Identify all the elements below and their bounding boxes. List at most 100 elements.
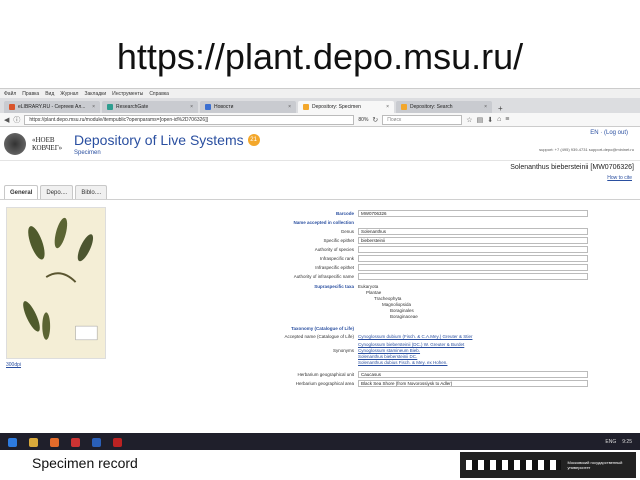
menu-item[interactable]: Вид (45, 91, 54, 97)
tab-favicon-icon (303, 104, 309, 110)
field-label: Infraspecific epithet (315, 265, 354, 270)
taxon-rank: Boraginaceae (390, 314, 418, 319)
scale-ruler (466, 460, 562, 470)
field-value[interactable]: Caucasus (358, 371, 588, 378)
field-label: Herbarium geographical area (295, 381, 354, 386)
field-label: Taxonomy (Catalogue of Life) (291, 326, 354, 331)
tray-lang[interactable]: ENG (605, 439, 616, 445)
field-label: Infraspecific rank (319, 256, 354, 261)
start-icon[interactable] (8, 437, 17, 447)
field-label: Authority of infraspecific name (293, 274, 354, 279)
browser-tabs: eLIBRARY.RU - Сергеев Ал... × ResearchGate… (0, 98, 640, 113)
taxon-rank: Tracheophyta (374, 296, 402, 301)
tab-favicon-icon (9, 104, 15, 110)
tab-favicon-icon (205, 104, 211, 110)
field-label: Name accepted in collection (293, 220, 354, 225)
language-switch[interactable]: EN (590, 130, 598, 136)
close-icon[interactable]: × (288, 104, 291, 110)
specimen-image[interactable] (6, 207, 106, 359)
msu-logo: Московский государственный университет (460, 452, 636, 478)
tabs-divider (0, 199, 640, 200)
new-tab-icon[interactable]: + (494, 104, 507, 113)
msu-text: Московский государственный университет (567, 460, 623, 470)
tray-clock[interactable]: 9:25 (622, 439, 632, 445)
reload-icon[interactable]: ↻ (372, 116, 378, 124)
field-value[interactable] (358, 273, 588, 280)
home-icon[interactable]: ⌂ (497, 116, 501, 124)
browser-tab[interactable]: Depository: Specimen × (298, 101, 394, 113)
accepted-name-link[interactable]: Cynoglossum dubium (Fisch. & C.A.Mey.) G… (358, 334, 472, 339)
field-label: Accepted name (Catalogue of Life) (284, 334, 354, 339)
tab-label: Depository: Specimen (312, 104, 361, 110)
tab-general[interactable]: General (4, 185, 39, 199)
app-icon[interactable] (71, 437, 80, 447)
field-value[interactable]: Black Sea Shore (from Novorossiysk to Ad… (358, 380, 588, 387)
menu-item[interactable]: Закладки (84, 91, 106, 97)
zoom-level[interactable]: 80% (358, 117, 368, 123)
close-icon[interactable]: × (190, 104, 193, 110)
taxon-rank: Plantae (366, 290, 382, 295)
close-icon[interactable]: × (484, 104, 487, 110)
address-input[interactable]: https://plant.depo.msu.ru/module/itempub… (24, 114, 355, 125)
field-value[interactable] (358, 255, 588, 262)
site-subtitle: Specimen (74, 149, 101, 156)
field-label: Genus (340, 229, 354, 234)
tab-label: Depository: Search (410, 104, 453, 110)
menu-item[interactable]: Инструменты (112, 91, 143, 97)
field-value[interactable] (358, 246, 588, 253)
menu-icon[interactable]: ≡ (505, 116, 509, 124)
synonym-link[interactable]: Cynoglossum biebersteinii (DC.) W. Greut… (358, 342, 464, 347)
browser-tab[interactable]: ResearchGate × (102, 101, 198, 113)
word-icon[interactable] (92, 437, 101, 447)
firefox-icon[interactable] (50, 437, 59, 447)
tab-biblio[interactable]: Biblo.... (75, 185, 108, 199)
field-value[interactable] (358, 264, 588, 271)
search-input[interactable]: Поиск (382, 114, 463, 125)
reading-icon[interactable]: ▤ (477, 116, 484, 124)
site-title[interactable]: Depository of Live Systems (74, 132, 244, 148)
browser-tab[interactable]: eLIBRARY.RU - Сергеев Ал... × (4, 101, 100, 113)
browser-tab[interactable]: Новости × (200, 101, 296, 113)
field-label: Authority of species (314, 247, 354, 252)
synonym-link[interactable]: Solenanthus dubius Fisch. & Mey. ex Hohe… (358, 360, 447, 365)
tab-label: eLIBRARY.RU - Сергеев Ал... (18, 104, 86, 110)
tab-favicon-icon (107, 104, 113, 110)
field-label: Synonyms (332, 348, 354, 353)
browser-tab[interactable]: Depository: Search × (396, 101, 492, 113)
taskbar: ENG 9:25 (0, 433, 640, 450)
site-logo (4, 132, 26, 155)
field-value[interactable]: Solenanthus (358, 228, 588, 235)
menu-bar: Файл Правка Вид Журнал Закладки Инструменты Сп… (0, 89, 640, 98)
pdf-icon[interactable] (113, 437, 122, 447)
photo-resolution-link[interactable]: 300dpi (6, 362, 21, 368)
field-value[interactable]: biebersteinii (358, 237, 588, 244)
synonym-link[interactable]: Cynoglossum stamineum Bieb. (358, 348, 420, 353)
close-icon[interactable]: × (386, 104, 389, 110)
back-icon[interactable]: ◀ (4, 116, 9, 124)
download-icon[interactable]: ⬇ (487, 116, 493, 124)
support-contacts: support: +7 (495) 939-4731 support-depo@… (539, 147, 634, 152)
url-bar: ◀ ⓘ https://plant.depo.msu.ru/module/ite… (0, 113, 640, 127)
menu-item[interactable]: Правка (22, 91, 39, 97)
site-badge: 21 (247, 133, 260, 146)
field-label: Specific epithet (323, 238, 354, 243)
tab-depo[interactable]: Depo.... (40, 185, 74, 199)
menu-item[interactable]: Файл (4, 91, 16, 97)
menu-item[interactable]: Справка (149, 91, 169, 97)
info-icon[interactable]: ⓘ (13, 115, 20, 125)
synonym-link[interactable]: Solenanthus biebersteinii DC. (358, 354, 417, 359)
field-label: Supraspecific taxa (314, 284, 354, 289)
slide-title: https://plant.depo.msu.ru/ (116, 36, 524, 77)
field-label: Barcode (335, 211, 354, 216)
close-icon[interactable]: × (92, 104, 95, 110)
logout-link[interactable]: (Log out) (604, 130, 628, 136)
site-header: «НОЕВ КОВЧЕГ» Depository of Live Systems… (0, 127, 640, 161)
explorer-icon[interactable] (29, 437, 38, 447)
field-value[interactable]: MW0706326 (358, 210, 588, 217)
how-to-cite-link[interactable]: How to cite (607, 175, 632, 181)
menu-item[interactable]: Журнал (60, 91, 78, 97)
star-icon[interactable]: ☆ (466, 116, 472, 124)
logo-text: «НОЕВ КОВЧЕГ» (32, 135, 63, 152)
tab-label: Новости (214, 104, 234, 110)
slide-caption: Specimen record (32, 455, 138, 471)
